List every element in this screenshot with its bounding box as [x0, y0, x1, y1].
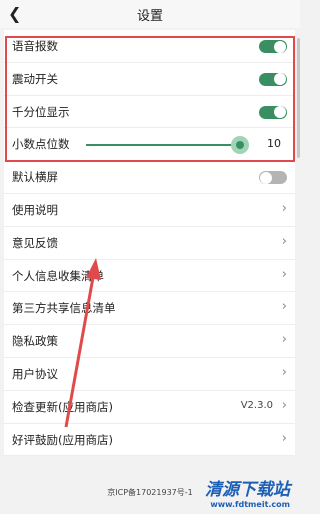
decimal-places-slider[interactable] [86, 136, 249, 155]
setting-label: 千分位显示 [12, 104, 70, 119]
setting-label: 用户协议 [12, 366, 58, 381]
chevron-right-icon: › [281, 364, 287, 380]
setting-personal-info-list[interactable]: 个人信息收集清单 › [4, 260, 295, 293]
settings-list: 语音报数 震动开关 千分位显示 小数点位数 10 默认横屏 使用说明 › 意见反… [4, 30, 295, 457]
setting-voice-broadcast[interactable]: 语音报数 [4, 30, 295, 63]
setting-decimal-places[interactable]: 小数点位数 10 [4, 128, 295, 162]
setting-default-landscape[interactable]: 默认横屏 [4, 161, 295, 194]
version-value: V2.3.0 [240, 399, 273, 411]
chevron-right-icon: › [281, 200, 287, 216]
decimal-places-value: 10 [267, 137, 281, 151]
setting-instructions[interactable]: 使用说明 › [4, 194, 295, 227]
setting-label: 震动开关 [12, 71, 58, 86]
toggle-knob [274, 106, 286, 119]
vibration-toggle[interactable] [259, 72, 287, 86]
setting-label: 小数点位数 [12, 137, 70, 152]
setting-label: 好评鼓励(应用商店) [12, 432, 113, 447]
setting-third-party-sharing-list[interactable]: 第三方共享信息清单 › [4, 292, 295, 326]
chevron-right-icon: › [281, 430, 287, 446]
setting-label: 检查更新(应用商店) [12, 399, 113, 414]
scrollbar[interactable] [297, 38, 300, 158]
chevron-right-icon: › [281, 233, 287, 249]
voice-broadcast-toggle[interactable] [259, 40, 287, 53]
setting-check-update[interactable]: 检查更新(应用商店) V2.3.0 › [4, 391, 295, 424]
site-watermark: 清源下载站 www.fdtmeit.com [205, 475, 290, 509]
setting-label: 意见反馈 [12, 235, 58, 250]
toggle-knob [274, 40, 286, 53]
chevron-right-icon: › [281, 299, 287, 315]
toggle-knob [274, 73, 286, 86]
toggle-knob [260, 171, 272, 184]
setting-label: 第三方共享信息清单 [12, 301, 116, 316]
setting-label: 语音报数 [12, 39, 58, 53]
chevron-right-icon: › [281, 266, 287, 282]
page-title: 设置 [136, 9, 163, 24]
setting-label: 使用说明 [12, 202, 58, 217]
setting-label: 隐私政策 [12, 334, 58, 349]
setting-privacy-policy[interactable]: 隐私政策 › [4, 325, 295, 358]
watermark-url: www.fdtmeit.com [210, 500, 290, 509]
watermark-title: 清源下载站 [205, 480, 290, 500]
setting-feedback[interactable]: 意见反馈 › [4, 227, 295, 260]
default-landscape-toggle[interactable] [259, 171, 287, 185]
setting-label: 默认横屏 [12, 170, 58, 185]
chevron-right-icon: › [281, 332, 287, 348]
setting-vibration[interactable]: 震动开关 [4, 63, 295, 96]
setting-user-agreement[interactable]: 用户协议 › [4, 358, 295, 391]
setting-rate-app[interactable]: 好评鼓励(应用商店) › [4, 424, 295, 457]
setting-thousand-separator[interactable]: 千分位显示 [4, 96, 295, 129]
thousand-separator-toggle[interactable] [259, 105, 287, 119]
app-header: ❮ 设置 [0, 0, 300, 28]
slider-handle[interactable] [230, 136, 249, 155]
setting-label: 个人信息收集清单 [12, 268, 104, 283]
slider-fill [86, 144, 240, 147]
chevron-right-icon: › [281, 397, 287, 413]
